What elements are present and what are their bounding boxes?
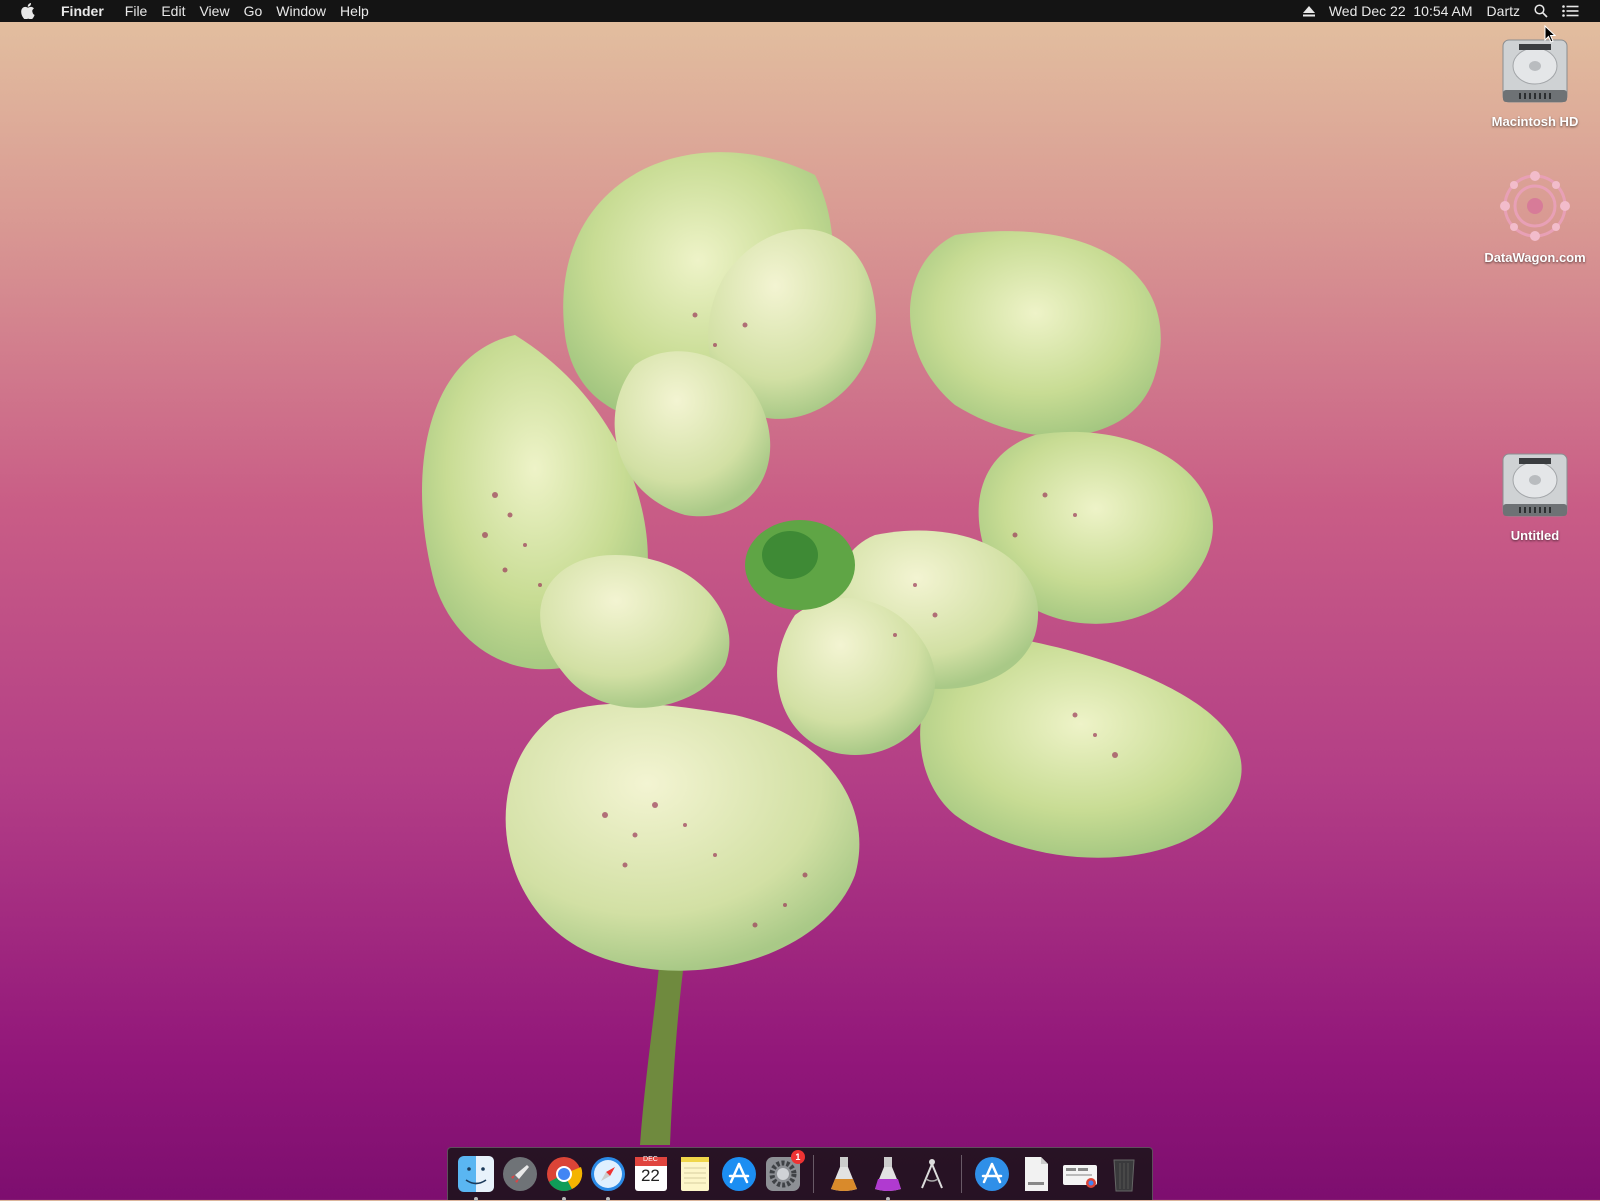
desktop-icon-label: DataWagon.com — [1484, 250, 1586, 265]
eject-icon[interactable] — [1296, 5, 1322, 17]
dock-utility[interactable] — [912, 1154, 952, 1194]
dock-separator — [812, 1155, 814, 1193]
dock-separator — [961, 1155, 963, 1193]
safari-compass-icon — [590, 1157, 625, 1191]
running-indicator — [885, 1197, 890, 1201]
menu-file[interactable]: File — [118, 0, 155, 22]
dock-chrome[interactable] — [544, 1154, 584, 1201]
calendar-month: DEC — [643, 1156, 658, 1163]
launchpad-rocket-icon — [502, 1157, 537, 1191]
dock-launchpad[interactable] — [500, 1154, 540, 1194]
compass-tool-icon — [920, 1159, 943, 1189]
menu-view[interactable]: View — [192, 0, 236, 22]
dock-notes[interactable] — [675, 1154, 715, 1194]
dock-installer-1[interactable] — [824, 1154, 864, 1194]
installer-flask-orange-icon — [830, 1157, 857, 1191]
desktop-icon-label: Macintosh HD — [1491, 114, 1579, 129]
wallpaper-flower-image — [421, 152, 1242, 1145]
applications-folder-icon — [975, 1157, 1010, 1191]
mouse-cursor-icon — [1544, 25, 1556, 43]
menu-go[interactable]: Go — [237, 0, 270, 22]
notification-badge: 1 — [790, 1150, 805, 1164]
calendar-day: 22 — [640, 1166, 660, 1185]
menu-window[interactable]: Window — [269, 0, 333, 22]
dock-finder[interactable] — [456, 1154, 496, 1201]
dock-installer-2[interactable] — [868, 1154, 908, 1201]
app-store-icon — [722, 1157, 757, 1191]
dock-downloads[interactable] — [1060, 1154, 1100, 1194]
dock-applications-folder[interactable] — [972, 1154, 1012, 1194]
document-icon — [1025, 1157, 1049, 1191]
spotlight-search-icon[interactable] — [1527, 4, 1555, 18]
installer-flask-purple-icon — [874, 1157, 901, 1191]
dock-safari[interactable] — [588, 1154, 628, 1201]
trash-icon — [1113, 1159, 1135, 1192]
running-indicator — [605, 1197, 610, 1201]
notification-center-icon[interactable] — [1555, 5, 1586, 17]
pink-mandala-icon — [1500, 171, 1570, 241]
menu-app-name[interactable]: Finder — [54, 0, 111, 22]
menu-bar: Finder File Edit View Go Window Help Wed… — [0, 0, 1600, 22]
menu-help[interactable]: Help — [333, 0, 376, 22]
running-indicator — [561, 1197, 566, 1201]
dock-calendar[interactable]: DEC 22 — [631, 1154, 671, 1194]
running-indicator — [474, 1197, 478, 1201]
hard-drive-icon — [1502, 453, 1568, 517]
user-name[interactable]: Dartz — [1480, 0, 1527, 22]
notes-icon — [681, 1157, 710, 1191]
chrome-icon — [546, 1157, 582, 1191]
dock-system-preferences[interactable]: 1 — [763, 1150, 805, 1194]
menu-edit[interactable]: Edit — [154, 0, 192, 22]
dock-app-store[interactable] — [719, 1154, 759, 1194]
desktop-icon-untitled[interactable]: Untitled — [1480, 446, 1590, 543]
clock[interactable]: Wed Dec 22 10:54 AM — [1322, 0, 1480, 22]
apple-icon[interactable] — [20, 3, 36, 19]
hard-drive-icon — [1502, 39, 1568, 103]
dock-documents[interactable] — [1016, 1154, 1056, 1194]
desktop-icon-datawagon[interactable]: DataWagon.com — [1480, 168, 1590, 265]
downloads-stack-icon — [1063, 1165, 1098, 1188]
desktop-icon-label: Untitled — [1510, 528, 1560, 543]
dock: DEC 22 1 — [447, 1147, 1153, 1201]
dock-trash[interactable] — [1104, 1154, 1144, 1194]
finder-icon — [457, 1156, 494, 1192]
desktop-icon-macintosh-hd[interactable]: Macintosh HD — [1480, 32, 1590, 129]
